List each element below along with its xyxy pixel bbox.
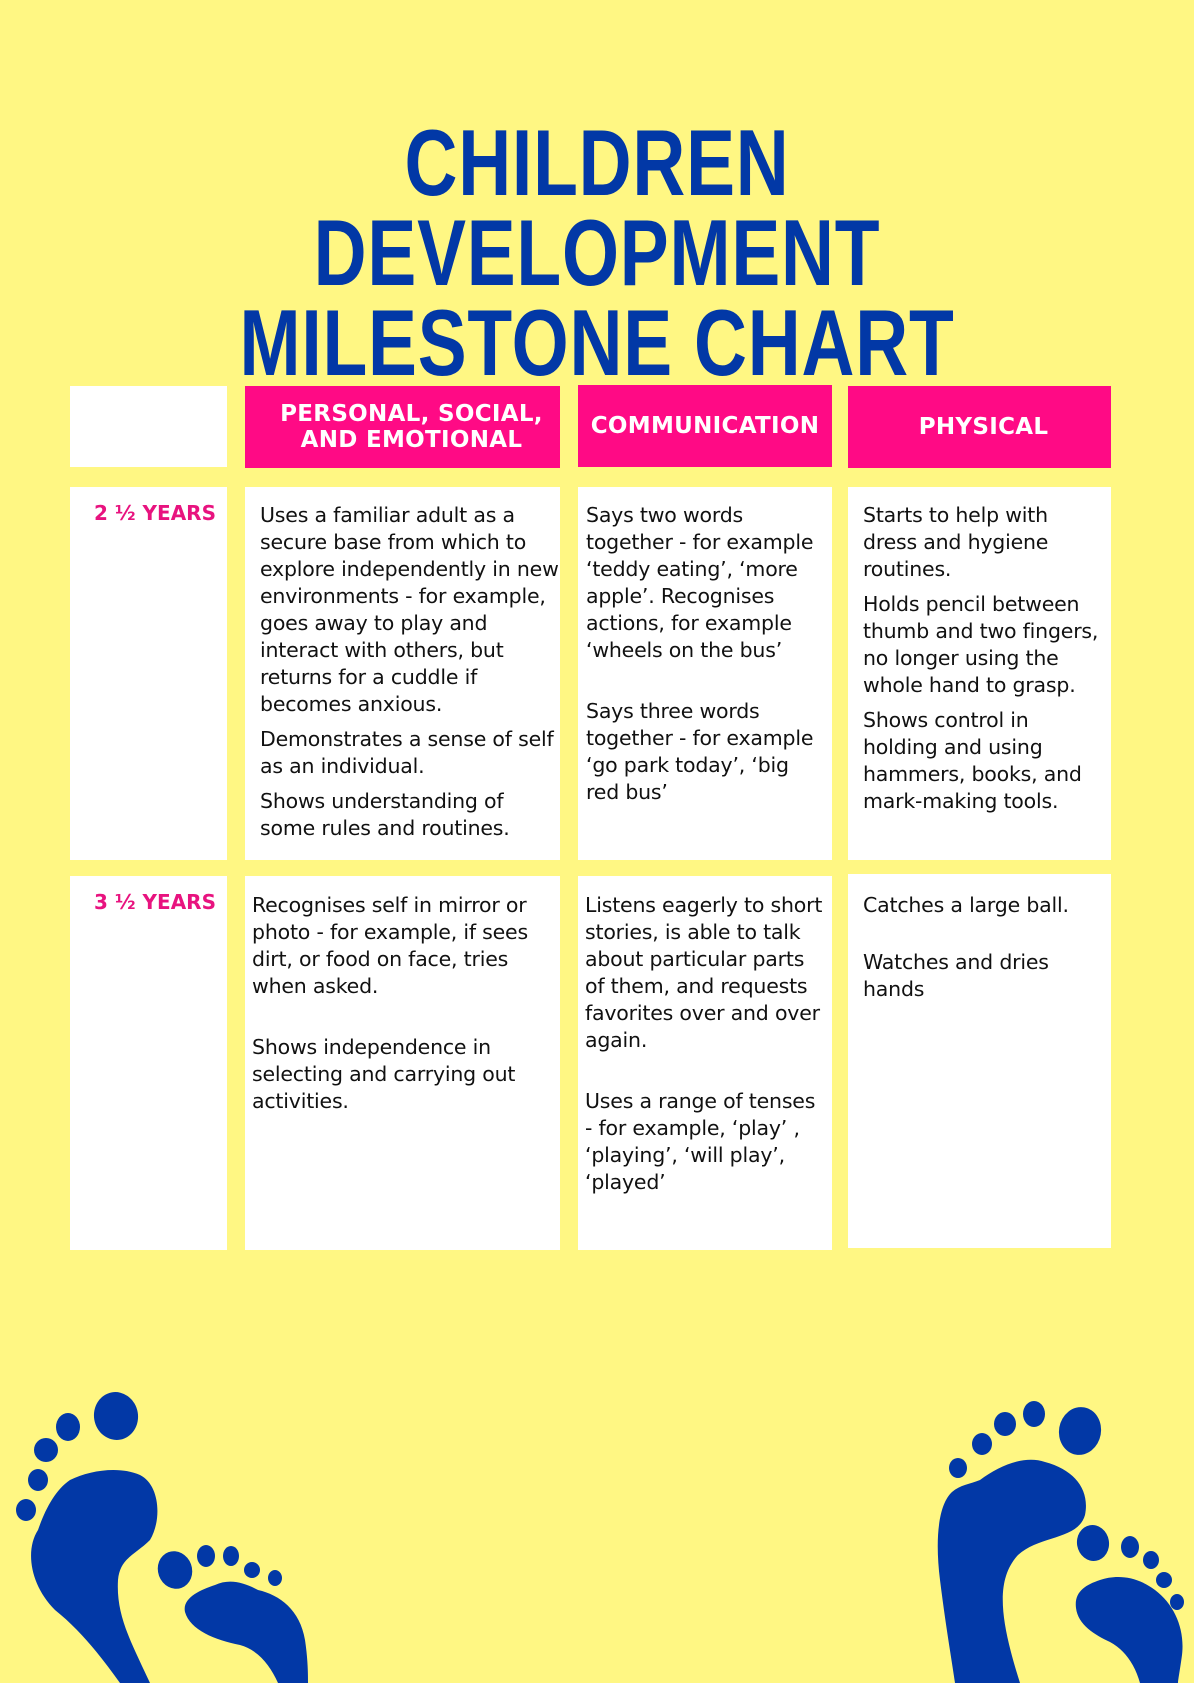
age-label: 3 ½ YEARS — [94, 890, 216, 914]
milestone-item: Recognises self in mirror or photo - for… — [252, 893, 528, 998]
header-communication: COMMUNICATION — [578, 385, 832, 467]
toe — [972, 1433, 992, 1455]
pse-text-row-2: Recognises self in mirror or photo - for… — [252, 892, 554, 1115]
header-personal-social-emotional: PERSONAL, SOCIAL, AND EMOTIONAL — [245, 386, 560, 468]
pse-cell-row-1: Uses a familiar adult as a secure base f… — [245, 487, 560, 860]
footprints-icon — [937, 1401, 1184, 1683]
milestone-item: Demonstrates a sense of self as an indiv… — [260, 727, 554, 778]
milestone-item: Holds pencil between thumb and two finge… — [863, 592, 1099, 697]
header-communication-label: COMMUNICATION — [590, 413, 820, 439]
toe — [949, 1458, 967, 1478]
toe — [244, 1562, 260, 1578]
sole — [31, 1469, 158, 1683]
physical-cell-row-2: Catches a large ball. Watches and dries … — [848, 874, 1111, 1248]
communication-cell-row-2: Listens eagerly to short stories, is abl… — [578, 876, 832, 1250]
milestone-item: Says three words together - for example … — [586, 699, 814, 804]
title-line-2: MILESTONE CHART — [239, 290, 955, 395]
physical-text-row-1: Starts to help with dress and hygiene ro… — [863, 502, 1105, 815]
toe — [28, 1469, 48, 1491]
milestone-item: Listens eagerly to short stories, is abl… — [585, 893, 823, 1052]
communication-text-row-2: Listens eagerly to short stories, is abl… — [585, 892, 826, 1196]
toe — [1121, 1536, 1139, 1558]
toe — [1058, 1407, 1102, 1455]
toe — [1170, 1594, 1184, 1610]
header-physical-label: PHYSICAL — [918, 414, 1049, 440]
milestone-item: Starts to help with dress and hygiene ro… — [863, 503, 1049, 581]
page-title: CHILDREN DEVELOPMENT MILESTONE CHART — [131, 110, 1062, 395]
header-physical: PHYSICAL — [848, 386, 1111, 468]
milestone-item: Uses a range of tenses - for example, ‘p… — [585, 1089, 816, 1194]
toe — [93, 1392, 139, 1440]
age-label: 2 ½ YEARS — [94, 501, 216, 525]
toe — [157, 1551, 193, 1589]
header-pse-line1: PERSONAL, SOCIAL, — [280, 401, 543, 427]
communication-text-row-1: Says two words together - for example ‘t… — [586, 502, 826, 806]
toe — [34, 1438, 58, 1462]
title-line-1: CHILDREN DEVELOPMENT — [313, 110, 881, 305]
sole — [1075, 1577, 1183, 1683]
milestone-item: Watches and dries hands — [863, 950, 1049, 1001]
toe — [1023, 1401, 1045, 1427]
toe — [197, 1545, 215, 1567]
sole — [184, 1581, 308, 1683]
toe — [1156, 1572, 1172, 1588]
milestone-item: Shows understanding of some rules and ro… — [260, 789, 510, 840]
milestone-item: Uses a familiar adult as a secure base f… — [260, 503, 559, 716]
sole — [937, 1459, 1086, 1683]
toe — [1143, 1551, 1159, 1569]
milestone-item: Shows independence in selecting and carr… — [252, 1035, 516, 1113]
toe — [1076, 1525, 1110, 1561]
toe — [16, 1499, 36, 1521]
toe — [994, 1412, 1016, 1436]
header-pse-line2: AND EMOTIONAL — [300, 427, 523, 453]
toe — [56, 1413, 80, 1441]
milestone-item: Catches a large ball. — [863, 893, 1069, 917]
milestone-item: Shows control in holding and using hamme… — [863, 708, 1082, 813]
toe — [223, 1546, 239, 1566]
corner-header-cell — [70, 386, 227, 467]
toe — [268, 1570, 282, 1586]
age-cell-row-2: 3 ½ YEARS — [70, 876, 227, 1250]
milestone-item: Says two words together - for example ‘t… — [586, 503, 814, 662]
pse-cell-row-2: Recognises self in mirror or photo - for… — [245, 876, 560, 1250]
communication-cell-row-1: Says two words together - for example ‘t… — [578, 487, 832, 860]
pse-text-row-1: Uses a familiar adult as a secure base f… — [260, 502, 560, 842]
footprints-icon — [16, 1392, 308, 1683]
physical-text-row-2: Catches a large ball. Watches and dries … — [863, 892, 1105, 1003]
physical-cell-row-1: Starts to help with dress and hygiene ro… — [848, 487, 1111, 860]
age-cell-row-1: 2 ½ YEARS — [70, 487, 227, 860]
